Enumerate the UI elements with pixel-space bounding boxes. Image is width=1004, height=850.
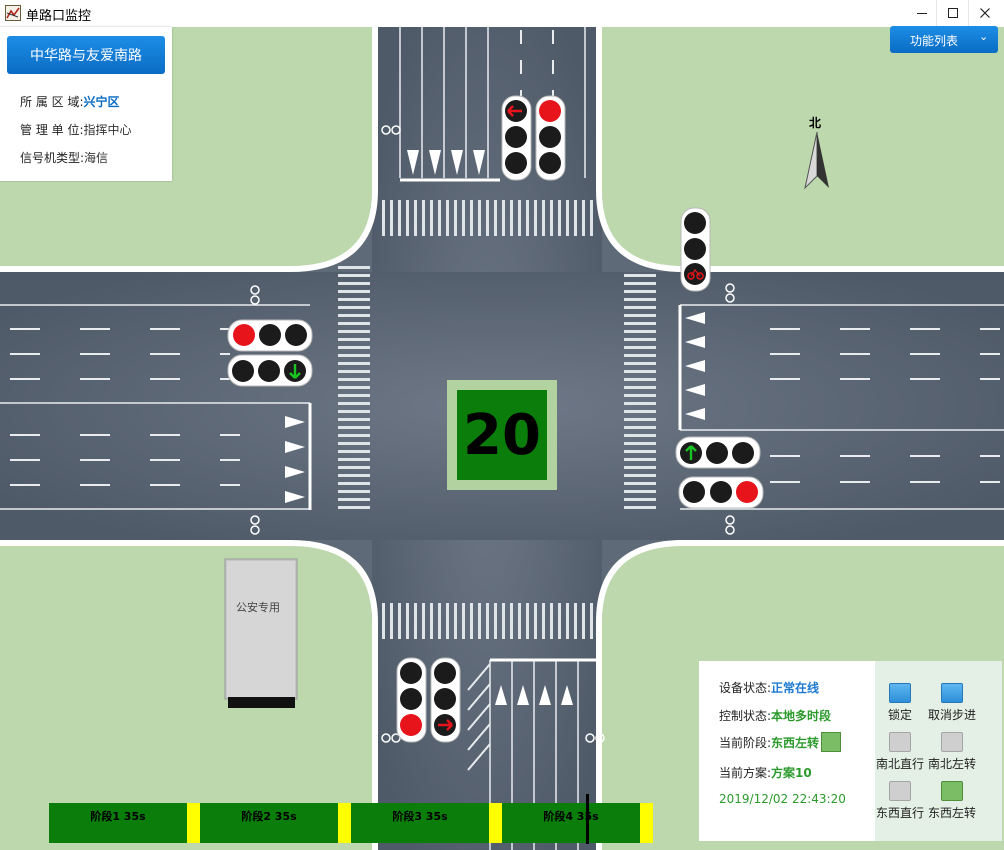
countdown-value: 20	[463, 402, 541, 468]
phase-4-label: 阶段4 35s	[543, 810, 599, 823]
app-icon	[5, 5, 21, 21]
maximize-icon	[948, 8, 958, 18]
device-status-row: 设备状态:正常在线	[719, 679, 819, 696]
type-row: 信号机类型:海信	[20, 149, 108, 166]
east-signal-bottom	[678, 476, 764, 509]
close-icon	[980, 8, 990, 18]
west-signal-top	[227, 319, 313, 352]
phase-status-row: 当前阶段:东西左转	[719, 732, 842, 752]
status-panel: 设备状态:正常在线 控制状态:本地多时段 当前阶段:东西左转 当前方案:方案10…	[699, 661, 875, 841]
west-signal-bottom	[227, 354, 313, 387]
function-menu-label: 功能列表	[910, 34, 959, 48]
phase-segment-1[interactable]: 阶段1 35s	[49, 803, 187, 843]
phase-segment-3[interactable]: 阶段3 35s	[351, 803, 489, 843]
phase-segment-2[interactable]: 阶段2 35s	[200, 803, 338, 843]
phase-3-label: 阶段3 35s	[392, 810, 448, 823]
south-north-left-icon	[941, 732, 963, 752]
cancel-step-icon	[941, 683, 963, 703]
phase-2-label: 阶段2 35s	[241, 810, 297, 823]
east-west-straight-button[interactable]: 东西直行	[871, 781, 929, 821]
area-label: 所 属 区 域:	[20, 95, 84, 109]
phase-4-yellow	[640, 803, 653, 843]
unit-row: 管 理 单 位:指挥中心	[20, 121, 132, 138]
east-signal-top	[675, 436, 761, 469]
east-west-left-label: 东西左转	[927, 806, 976, 820]
north-signal-right	[535, 95, 566, 181]
booth-label: 公安专用	[236, 601, 280, 614]
minimize-icon	[917, 13, 927, 14]
area-value[interactable]: 兴宁区	[84, 95, 120, 109]
south-north-left-button[interactable]: 南北左转	[923, 732, 981, 772]
police-booth	[224, 558, 298, 708]
south-north-straight-icon	[889, 732, 911, 752]
unit-label: 管 理 单 位:	[20, 123, 84, 137]
device-status-value: 正常在线	[771, 681, 820, 695]
plan-row: 当前方案:方案10	[719, 764, 812, 781]
cancel-step-button[interactable]: 取消步进	[923, 683, 981, 723]
east-west-left-phase-icon	[821, 732, 842, 752]
device-status-label: 设备状态:	[719, 681, 772, 695]
phase-status-value: 东西左转	[771, 736, 820, 750]
south-north-straight-button[interactable]: 南北直行	[871, 732, 929, 772]
type-value: 海信	[84, 151, 109, 165]
compass-label: 北	[809, 116, 822, 130]
countdown-inner: 20	[457, 390, 547, 480]
maximize-button[interactable]	[936, 0, 969, 26]
control-panel: 锁定 取消步进 南北直行 南北左转 东西直行 东西左转	[875, 661, 1002, 841]
south-signal-right	[430, 657, 461, 743]
east-west-left-icon	[941, 781, 963, 801]
control-status-label: 控制状态:	[719, 709, 772, 723]
window-title: 单路口监控	[26, 9, 92, 24]
location-card: 中华路与友爱南路 所 属 区 域:兴宁区 管 理 单 位:指挥中心 信号机类型:…	[0, 27, 172, 181]
phase-1-label: 阶段1 35s	[90, 810, 146, 823]
plan-label: 当前方案:	[719, 766, 772, 780]
phase-2-yellow	[338, 803, 351, 843]
phase-status-label: 当前阶段:	[719, 736, 772, 750]
south-north-straight-label: 南北直行	[875, 757, 924, 771]
function-menu-button[interactable]: 功能列表 ⌄	[890, 26, 998, 53]
area-row: 所 属 区 域:兴宁区	[20, 93, 120, 110]
timeline-cursor[interactable]	[586, 794, 589, 844]
chevron-down-icon: ⌄	[979, 30, 989, 43]
lock-label: 锁定	[887, 708, 912, 722]
plan-value: 方案10	[771, 766, 812, 780]
phase-1-yellow	[187, 803, 200, 843]
south-signal-left	[396, 657, 427, 743]
title-bar: 单路口监控	[0, 0, 1004, 28]
control-status-value: 本地多时段	[771, 709, 832, 723]
lock-icon	[889, 683, 911, 703]
close-button[interactable]	[968, 0, 1001, 26]
bicycle-signal	[680, 207, 711, 292]
unit-value: 指挥中心	[83, 123, 132, 137]
east-west-left-button[interactable]: 东西左转	[923, 781, 981, 821]
phase-timeline: 阶段1 35s 阶段2 35s 阶段3 35s 阶段4 35s	[49, 794, 653, 844]
minimize-button[interactable]	[906, 0, 938, 26]
north-signal-left	[501, 95, 532, 181]
datetime: 2019/12/02 22:43:20	[719, 792, 846, 806]
cancel-step-label: 取消步进	[927, 708, 976, 722]
phase-3-yellow	[489, 803, 502, 843]
type-label: 信号机类型:	[20, 151, 85, 165]
east-west-straight-label: 东西直行	[875, 806, 924, 820]
countdown-display: 20	[447, 380, 557, 490]
south-north-left-label: 南北左转	[927, 757, 976, 771]
control-status-row: 控制状态:本地多时段	[719, 707, 831, 724]
phase-segment-4[interactable]: 阶段4 35s	[502, 803, 640, 843]
intersection-name-button[interactable]: 中华路与友爱南路	[7, 36, 165, 74]
lock-button[interactable]: 锁定	[871, 683, 929, 723]
east-west-straight-icon	[889, 781, 911, 801]
